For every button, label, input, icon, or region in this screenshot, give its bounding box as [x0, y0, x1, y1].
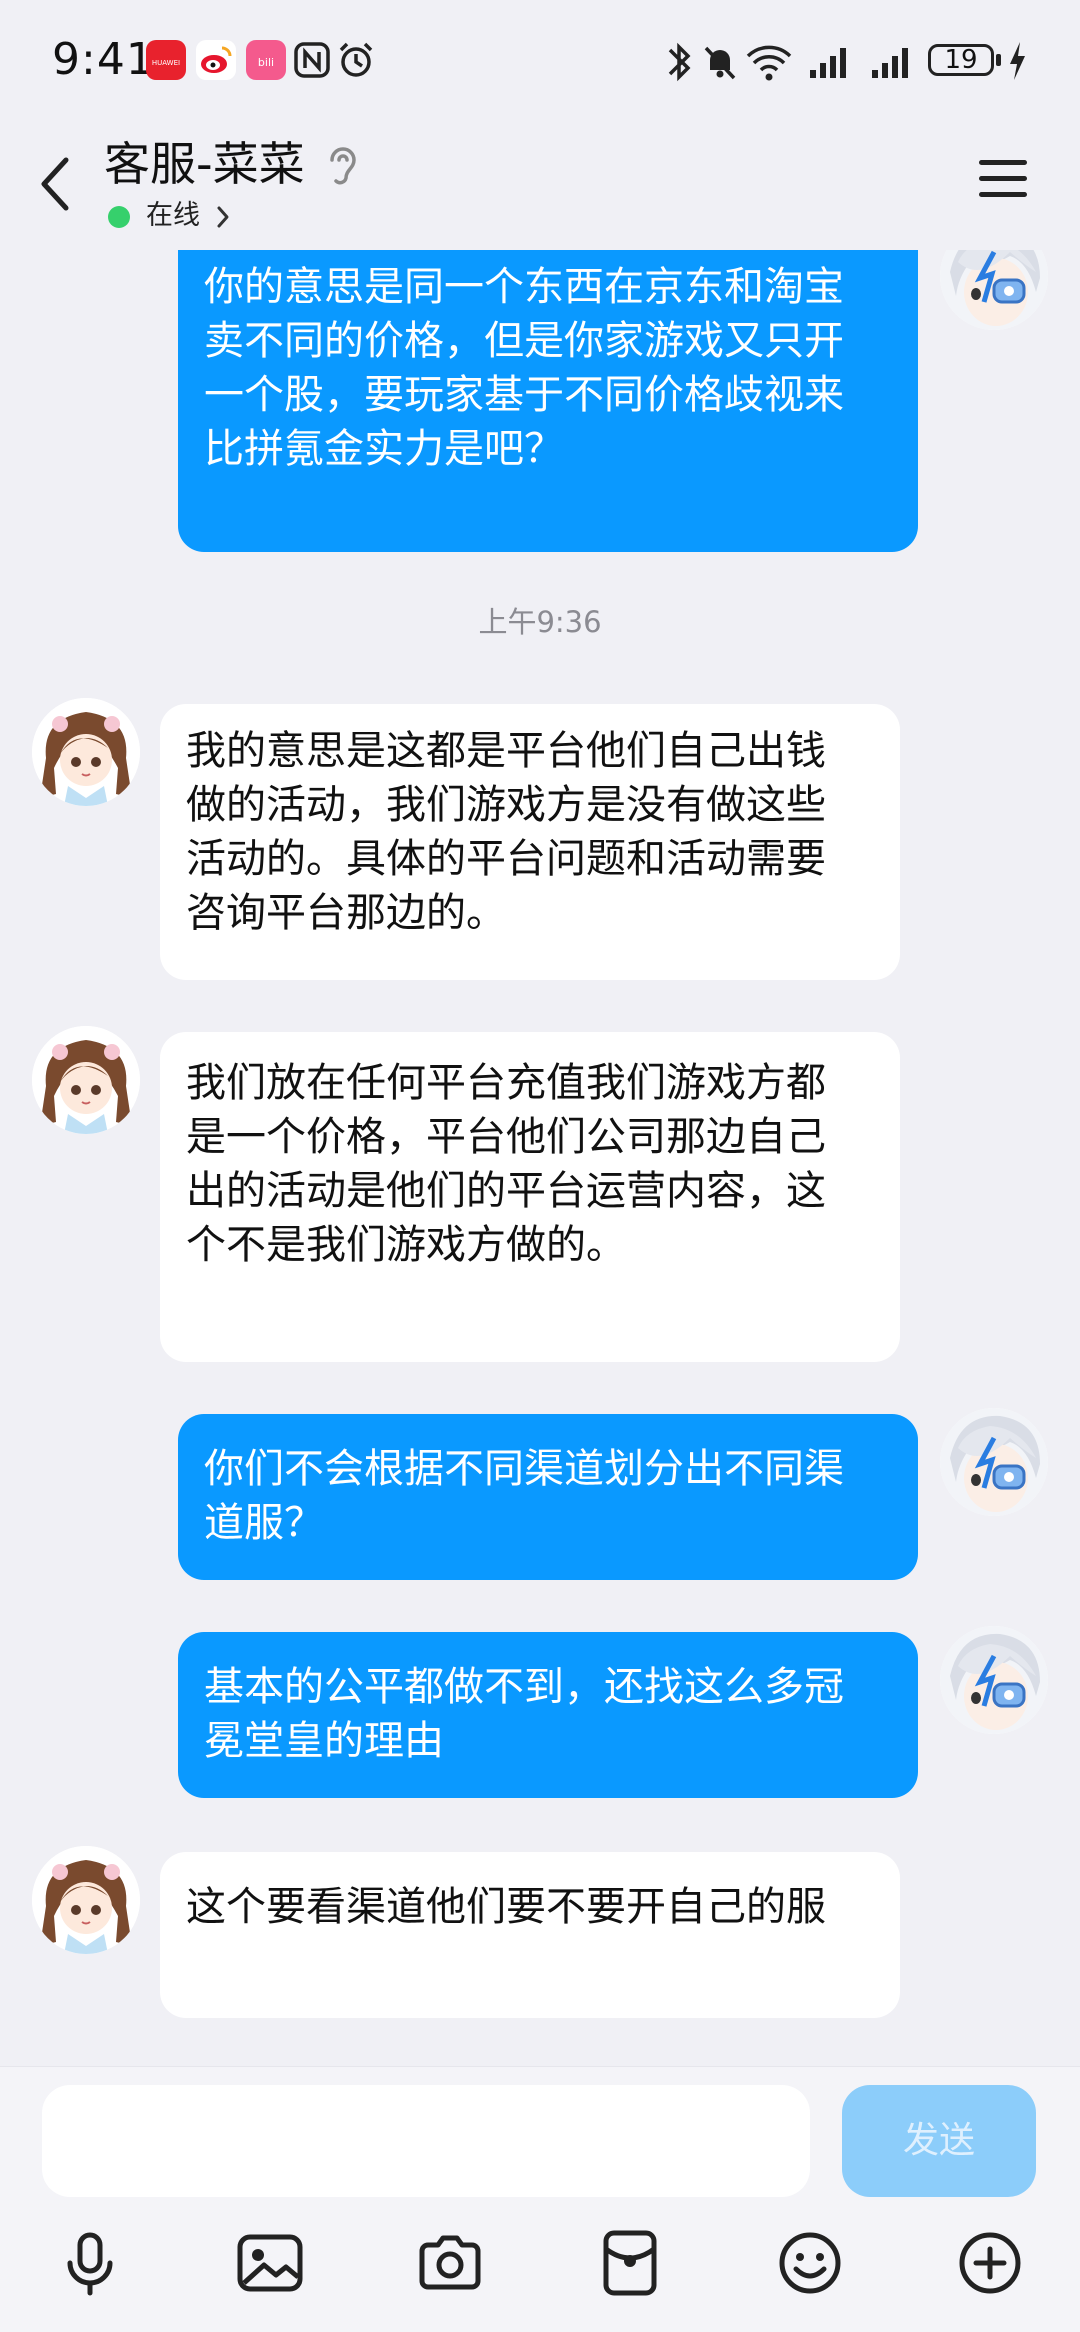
outgoing-message-bubble[interactable]: 你的意思是同一个东西在京东和淘宝卖不同的价格，但是你家游戏又只开一个股，要玩家基… [178, 250, 918, 552]
agent-avatar[interactable] [32, 698, 140, 806]
status-bar: 9:41 HUAWEI bili 19 [0, 0, 1080, 122]
message-text: 我们放在任何平台充值我们游戏方都是一个价格，平台他们公司那边自己出的活动是他们的… [186, 1060, 826, 1268]
svg-text:bili: bili [258, 56, 274, 69]
menu-icon[interactable] [976, 154, 1030, 202]
input-bar: 发送 [0, 2066, 1080, 2332]
message-input[interactable] [42, 2085, 810, 2197]
red-packet-icon[interactable] [594, 2227, 666, 2299]
outgoing-message-bubble[interactable]: 你们不会根据不同渠道划分出不同渠道服？ [178, 1414, 918, 1580]
message-text: 这个要看渠道他们要不要开自己的服 [186, 1884, 826, 1930]
online-status-text[interactable]: 在线 [146, 194, 200, 238]
contact-name[interactable]: 客服-菜菜 [104, 134, 305, 194]
mute-bell-icon [700, 36, 740, 88]
my-avatar[interactable] [940, 1408, 1048, 1516]
timestamp: 上午9:36 [478, 605, 602, 639]
chevron-right-icon[interactable] [214, 204, 232, 230]
nfc-icon [292, 40, 332, 80]
message-text: 我的意思是这都是平台他们自己出钱做的活动，我们游戏方是没有做这些活动的。具体的平… [186, 728, 826, 936]
bilibili-icon: bili [246, 40, 286, 80]
svg-text:HUAWEI: HUAWEI [152, 59, 180, 67]
online-status-dot [108, 206, 130, 228]
microphone-icon[interactable] [54, 2227, 126, 2299]
outgoing-message-bubble[interactable]: 基本的公平都做不到，还找这么多冠冕堂皇的理由 [178, 1632, 918, 1798]
emoji-icon[interactable] [774, 2227, 846, 2299]
wifi-icon [744, 36, 794, 88]
message-text: 基本的公平都做不到，还找这么多冠冕堂皇的理由 [204, 1664, 844, 1764]
image-icon[interactable] [234, 2227, 306, 2299]
message-text: 你们不会根据不同渠道划分出不同渠道服？ [204, 1446, 844, 1546]
bluetooth-icon [664, 36, 694, 88]
incoming-message-bubble[interactable]: 我们放在任何平台充值我们游戏方都是一个价格，平台他们公司那边自己出的活动是他们的… [160, 1032, 900, 1362]
send-button[interactable]: 发送 [842, 2085, 1036, 2197]
ear-icon [322, 142, 362, 188]
message-text: 你的意思是同一个东西在京东和淘宝卖不同的价格，但是你家游戏又只开一个股，要玩家基… [204, 264, 844, 472]
agent-avatar[interactable] [32, 1846, 140, 1954]
agent-avatar[interactable] [32, 1026, 140, 1134]
camera-icon[interactable] [414, 2227, 486, 2299]
weibo-icon [196, 40, 236, 80]
message-list[interactable]: 你的意思是同一个东西在京东和淘宝卖不同的价格，但是你家游戏又只开一个股，要玩家基… [0, 250, 1080, 2066]
plus-icon[interactable] [954, 2227, 1026, 2299]
my-avatar[interactable] [940, 250, 1048, 330]
status-time: 9:41 [52, 34, 155, 85]
battery-level: 19 [928, 44, 994, 76]
incoming-message-bubble[interactable]: 我的意思是这都是平台他们自己出钱做的活动，我们游戏方是没有做这些活动的。具体的平… [160, 704, 900, 980]
battery-icon: 19 [928, 36, 1032, 88]
my-avatar[interactable] [940, 1626, 1048, 1734]
back-button[interactable] [30, 142, 82, 226]
signal-1-icon [806, 36, 854, 88]
chat-header: 客服-菜菜 在线 [0, 122, 1080, 250]
alarm-icon [336, 40, 376, 80]
signal-2-icon [868, 36, 916, 88]
huawei-icon: HUAWEI [146, 40, 186, 80]
incoming-message-bubble[interactable]: 这个要看渠道他们要不要开自己的服 [160, 1852, 900, 2018]
